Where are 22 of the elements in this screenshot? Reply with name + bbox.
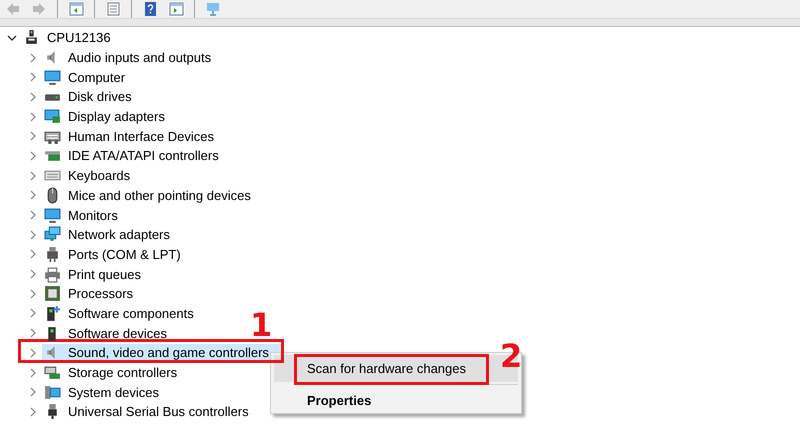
tree-item[interactable]: IDE ATA/ATAPI controllers: [66, 147, 221, 164]
tree-item[interactable]: Monitors: [66, 206, 120, 224]
tree-item[interactable]: Computer: [66, 68, 128, 86]
tree-item[interactable]: Display adapters: [66, 108, 167, 126]
tree-item[interactable]: Disk drives: [66, 88, 134, 106]
tree-item[interactable]: Software devices: [66, 324, 169, 342]
tree-item[interactable]: Network adapters: [66, 226, 172, 244]
tree-item[interactable]: System devices: [66, 384, 162, 401]
menu-item[interactable]: Properties: [274, 389, 518, 413]
tree-item[interactable]: Sound, video and game controllers: [42, 344, 283, 362]
tree-item[interactable]: Human Interface Devices: [66, 128, 216, 145]
tree-item[interactable]: CPU12136: [45, 29, 113, 46]
tree-item[interactable]: Storage controllers: [66, 364, 180, 382]
tree-item[interactable]: Keyboards: [66, 167, 132, 184]
tree-item[interactable]: Ports (COM & LPT): [66, 246, 183, 263]
tree-item[interactable]: Audio inputs and outputs: [66, 49, 214, 66]
step-number: 1: [250, 309, 272, 341]
tree-item[interactable]: Software components: [66, 304, 196, 322]
tree-item[interactable]: Processors: [66, 285, 136, 302]
tree-item[interactable]: Mice and other pointing devices: [66, 186, 253, 204]
tree-item[interactable]: Print queues: [66, 266, 143, 283]
tree-item[interactable]: Universal Serial Bus controllers: [66, 403, 251, 420]
